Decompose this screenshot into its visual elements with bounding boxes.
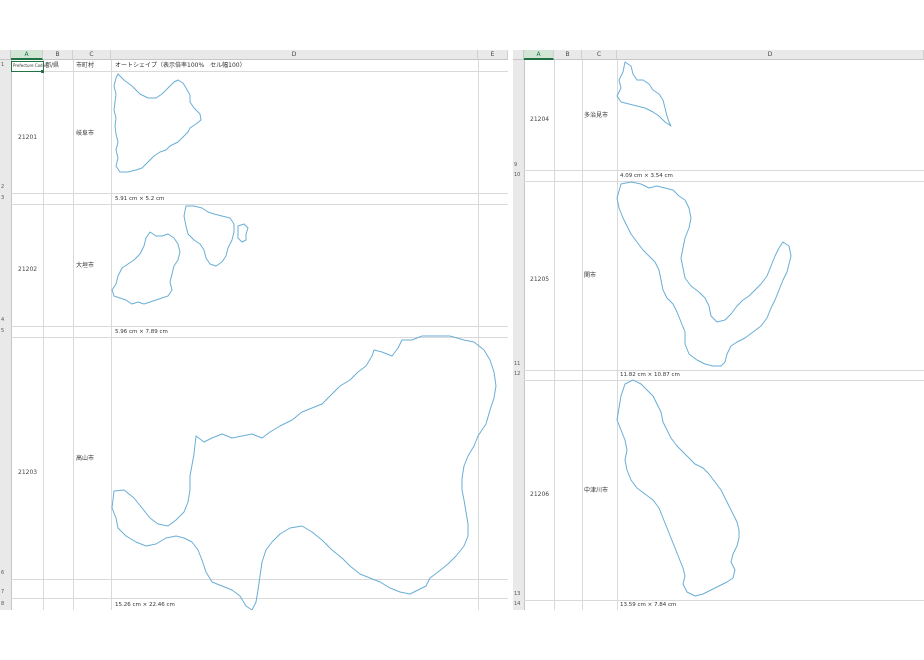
city-outline-shape[interactable] — [0, 50, 508, 610]
left-spreadsheet: A B C D E 1 2 3 4 5 6 7 8 Prefecture Cod… — [0, 50, 508, 610]
city-outline-shape[interactable] — [513, 50, 924, 610]
right-spreadsheet: A B C D 9 10 11 12 13 14 21204 多治見市 4.09… — [513, 50, 924, 610]
